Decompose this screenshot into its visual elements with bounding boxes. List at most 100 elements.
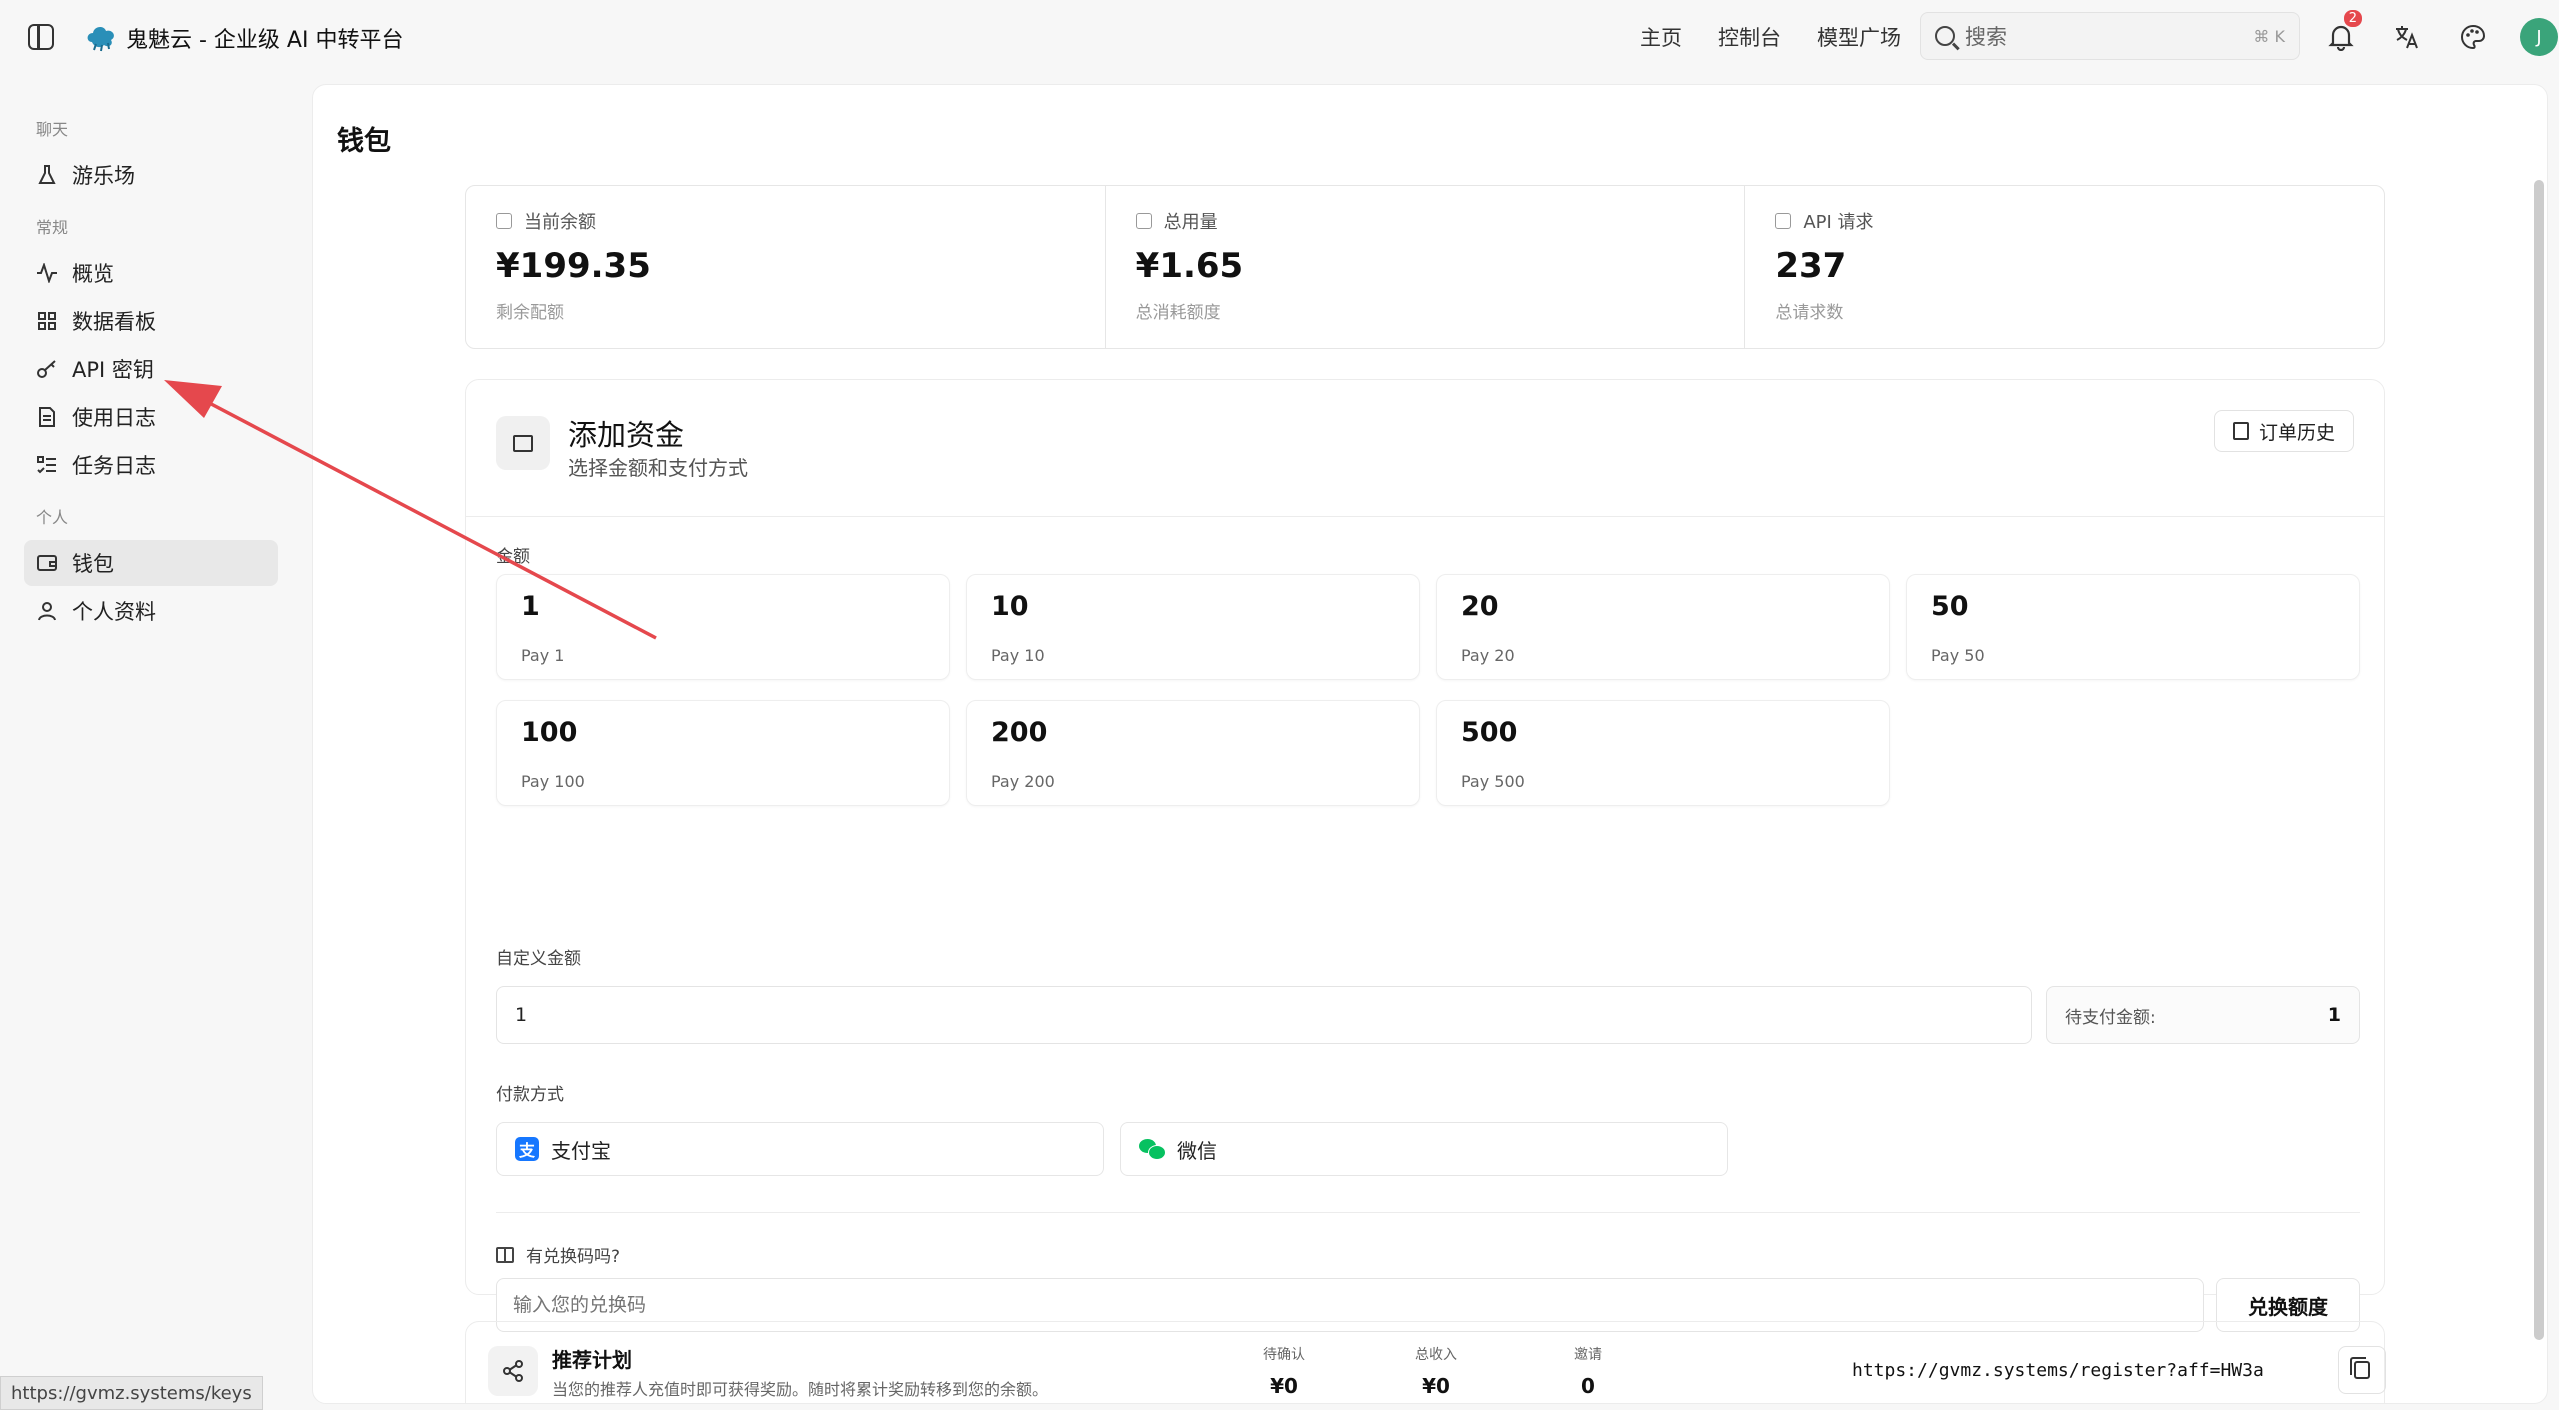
amount-desc: Pay 100	[521, 772, 585, 791]
amount-options: 1 Pay 1 10 Pay 10 20 Pay 20 50 Pay 50 10…	[496, 574, 2360, 806]
gift-icon	[496, 1246, 514, 1263]
amount-value: 100	[521, 717, 578, 748]
stat-balance: 当前余额 ¥199.35 剩余配额	[466, 186, 1106, 348]
nav-models[interactable]: 模型广场	[1817, 22, 1901, 52]
payment-alipay-button[interactable]: 支 支付宝	[496, 1122, 1104, 1176]
order-history-label: 订单历史	[2258, 421, 2335, 444]
add-funds-card: 添加资金 选择金额和支付方式 订单历史 金额 1 Pay 1 10 Pay 10…	[465, 379, 2385, 1332]
user-icon	[36, 600, 58, 622]
sidebar-section-chat: 聊天	[36, 120, 69, 139]
referral-link[interactable]: https://gvmz.systems/register?aff=HW3a	[1836, 1344, 2326, 1396]
nav-home[interactable]: 主页	[1640, 22, 1682, 52]
top-actions: 2 J	[2322, 10, 2558, 56]
sidebar-item-label: 个人资料	[72, 600, 156, 624]
ref-stat-label: 邀请	[1574, 1347, 1602, 1363]
nav-console[interactable]: 控制台	[1718, 22, 1781, 52]
sidebar-item-overview[interactable]: 概览	[24, 250, 278, 296]
custom-amount-input[interactable]	[496, 986, 2032, 1044]
translate-icon[interactable]	[2388, 18, 2426, 56]
document-icon	[36, 406, 58, 428]
ref-stat-value: 0	[1581, 1374, 1595, 1398]
sidebar: 聊天 游乐场 常规 概览 数据看板 API 密钥 使用日志 任务日志 个人 钱包…	[0, 100, 300, 636]
grid-icon	[36, 310, 58, 332]
amount-value: 10	[991, 591, 1029, 622]
stat-usage: 总用量 ¥1.65 总消耗额度	[1106, 186, 1746, 348]
order-history-button[interactable]: 订单历史	[2213, 410, 2354, 452]
amount-desc: Pay 200	[991, 772, 1055, 791]
redeem-label-text: 有兑换码吗?	[526, 1247, 621, 1267]
add-funds-title: 添加资金	[568, 418, 685, 452]
alipay-icon: 支	[515, 1137, 539, 1161]
wallet-icon	[36, 552, 58, 574]
sidebar-item-api-keys[interactable]: API 密钥	[24, 346, 278, 392]
status-bar-url: https://gvmz.systems/keys	[0, 1376, 263, 1410]
pending-amount-label: 待支付金额:	[2065, 1007, 2156, 1028]
stat-label: 当前余额	[524, 212, 596, 233]
sidebar-item-wallet[interactable]: 钱包	[24, 540, 278, 586]
sidebar-item-profile[interactable]: 个人资料	[24, 588, 278, 634]
stats-row: 当前余额 ¥199.35 剩余配额 总用量 ¥1.65 总消耗额度 API 请求…	[465, 185, 2385, 349]
payment-method-label: 付款方式	[496, 1085, 564, 1105]
sidebar-section-general: 常规	[36, 218, 69, 237]
scrollbar[interactable]	[2534, 180, 2544, 1340]
redeem-label: 有兑换码吗?	[496, 1242, 620, 1267]
palette-icon[interactable]	[2454, 18, 2492, 56]
amount-option[interactable]: 50 Pay 50	[1906, 574, 2360, 680]
page-title: 钱包	[337, 126, 391, 157]
amount-value: 50	[1931, 591, 1969, 622]
search-placeholder: 搜索	[1965, 25, 2007, 49]
key-icon	[36, 358, 58, 380]
payment-wechat-button[interactable]: 微信	[1120, 1122, 1728, 1176]
pending-amount-value: 1	[2327, 1004, 2341, 1026]
amount-value: 500	[1461, 717, 1518, 748]
amount-option[interactable]: 1 Pay 1	[496, 574, 950, 680]
referral-title: 推荐计划	[552, 1348, 632, 1372]
stat-label: 总用量	[1163, 212, 1218, 233]
sidebar-item-dashboard[interactable]: 数据看板	[24, 298, 278, 344]
amount-option[interactable]: 20 Pay 20	[1436, 574, 1890, 680]
copy-icon	[2350, 1357, 2370, 1379]
stat-sub: 剩余配额	[496, 303, 564, 323]
amount-option[interactable]: 100 Pay 100	[496, 700, 950, 806]
amount-value: 20	[1461, 591, 1499, 622]
amount-option[interactable]: 200 Pay 200	[966, 700, 1420, 806]
sidebar-toggle-icon[interactable]	[28, 24, 54, 50]
copy-link-button[interactable]	[2338, 1346, 2386, 1394]
sidebar-item-label: 使用日志	[72, 406, 156, 430]
app-title[interactable]: 鬼魅云 - 企业级 AI 中转平台	[126, 22, 403, 54]
top-bar: 鬼魅云 - 企业级 AI 中转平台 主页 控制台 模型广场 搜索 ⌘ K 2 J	[0, 0, 2559, 74]
amount-value: 1	[521, 591, 540, 622]
stat-sub: 总消耗额度	[1135, 303, 1221, 323]
sidebar-item-playground[interactable]: 游乐场	[24, 152, 278, 198]
amount-desc: Pay 20	[1461, 646, 1515, 665]
search-box[interactable]: 搜索 ⌘ K	[1920, 12, 2300, 60]
ref-stat-label: 总收入	[1415, 1347, 1457, 1363]
stat-value: 237	[1775, 246, 1847, 286]
sidebar-item-label: 概览	[72, 262, 114, 286]
receipt-icon	[2232, 422, 2249, 440]
cloud-logo-icon	[87, 27, 114, 52]
stat-sub: 总请求数	[1775, 303, 1844, 323]
amount-desc: Pay 1	[521, 646, 565, 665]
wallet-icon	[496, 213, 512, 229]
sidebar-item-task-logs[interactable]: 任务日志	[24, 442, 278, 488]
amount-value: 200	[991, 717, 1048, 748]
amount-desc: Pay 10	[991, 646, 1045, 665]
amount-option[interactable]: 500 Pay 500	[1436, 700, 1890, 806]
referral-stat-pending: 待确认 ¥0	[1244, 1344, 1324, 1398]
custom-amount-label: 自定义金额	[496, 949, 581, 969]
payment-label: 支付宝	[551, 1138, 611, 1163]
activity-icon	[36, 262, 58, 284]
amount-option[interactable]: 10 Pay 10	[966, 574, 1420, 680]
sidebar-item-label: 任务日志	[72, 454, 156, 478]
amount-label: 金额	[496, 547, 530, 567]
search-shortcut: ⌘ K	[2253, 26, 2285, 46]
sidebar-item-usage-logs[interactable]: 使用日志	[24, 394, 278, 440]
wechat-icon	[1139, 1138, 1166, 1160]
activity-icon	[1775, 213, 1792, 229]
avatar[interactable]: J	[2520, 18, 2558, 56]
share-icon	[488, 1346, 538, 1396]
ref-stat-label: 待确认	[1263, 1347, 1305, 1363]
bell-icon[interactable]: 2	[2322, 10, 2362, 56]
referral-stat-income: 总收入 ¥0	[1396, 1344, 1476, 1398]
